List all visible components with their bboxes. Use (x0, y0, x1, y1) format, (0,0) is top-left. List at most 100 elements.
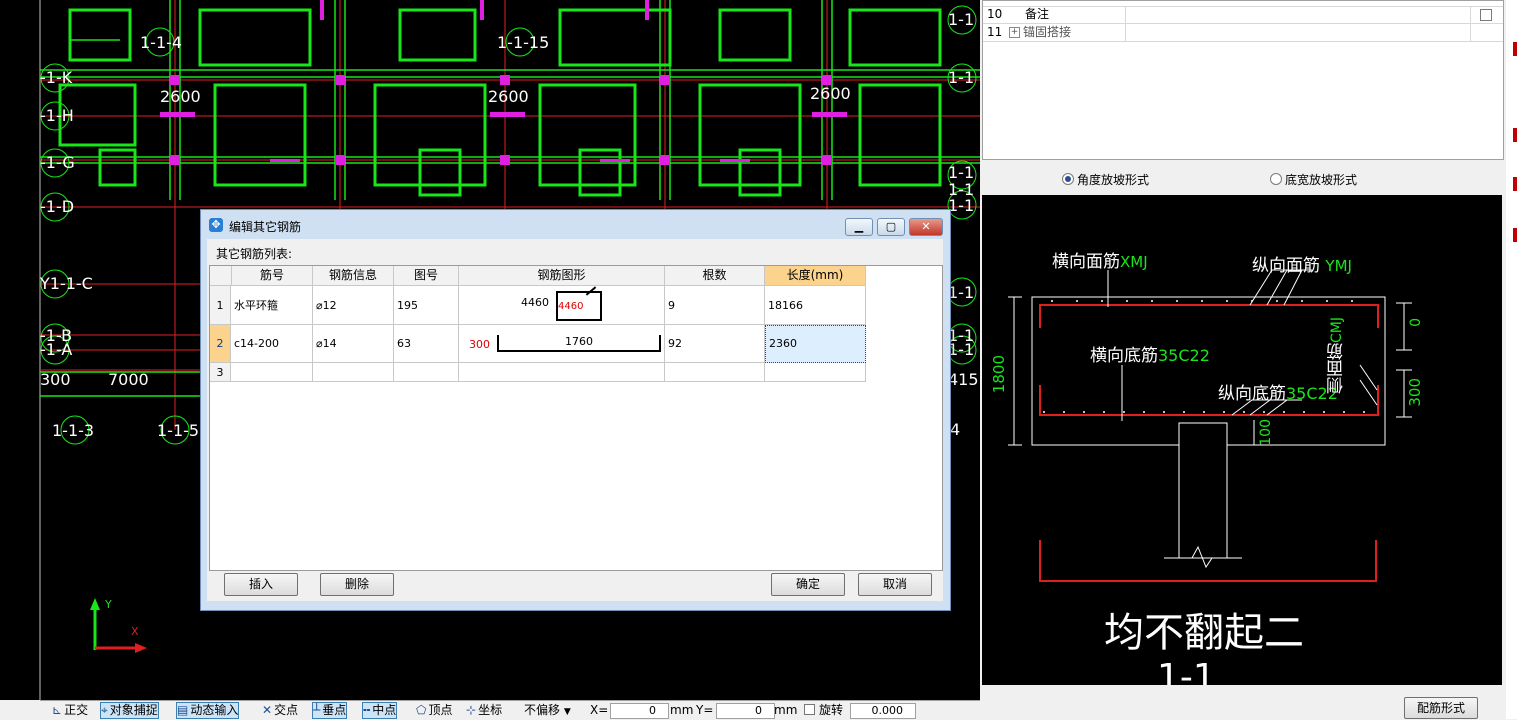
status-bar: ⊾ 正交 ⌖ 对象捕捉 ▤ 动态输入 ✕ 交点 ┴ 垂点 ╍ 中点 ⬠ 顶点 ⊹ 坐标 不偏移 … (40, 700, 980, 720)
cell-bar-info[interactable] (313, 363, 394, 382)
cell-bar-shape[interactable]: 4460 4460 (459, 286, 665, 325)
dimension-label: 4 (950, 420, 961, 439)
col-header-length[interactable]: 长度(mm) (765, 266, 866, 286)
col-header-bar-shape[interactable]: 钢筋图形 (459, 266, 665, 286)
perpendicular-icon: ┴ (313, 703, 321, 717)
rotate-input[interactable]: 0.000 (850, 703, 916, 719)
cell-length[interactable]: 2360 (765, 325, 866, 363)
rebar-form-button[interactable]: 配筋形式 (1404, 697, 1478, 719)
object-snap-toggle[interactable]: ⌖ 对象捕捉 (100, 702, 159, 719)
coordinate-icon: ⊹ (466, 703, 477, 717)
cell-length[interactable]: 18166 (765, 286, 866, 325)
axis-label: 1-1 (948, 283, 975, 302)
row-name: + 锚固搭接 (1009, 25, 1072, 39)
rotate-checkbox[interactable]: 旋转 (804, 703, 843, 718)
cell-count[interactable]: 92 (665, 325, 765, 363)
expand-icon[interactable]: + (1009, 27, 1020, 38)
ucs-y-label: Y (105, 598, 112, 611)
ucs-x-label: X (131, 625, 139, 638)
axis-label: Y1-1-C (40, 274, 93, 293)
marker (1513, 228, 1517, 242)
insert-button[interactable]: 插入 (224, 573, 298, 596)
remark-checkbox[interactable] (1480, 9, 1492, 21)
longitudinal-bottom-bar-label: 纵向底筋35C22 (1218, 384, 1338, 404)
axis-label: 1-1-15 (497, 33, 550, 52)
col-header-figure-no[interactable]: 图号 (394, 266, 459, 286)
marker (1513, 177, 1517, 191)
dynamic-input-icon: ▤ (177, 703, 189, 717)
ok-button[interactable]: 确定 (771, 573, 845, 596)
cancel-button[interactable]: 取消 (858, 573, 932, 596)
edit-other-rebar-dialog: ✥ 编辑其它钢筋 ▁ ▢ ✕ 其它钢筋列表: 筋号 钢筋信息 图号 钢筋图形 根… (200, 209, 951, 611)
cell-bar-no[interactable]: 水平环箍 (231, 286, 313, 325)
vertex-snap[interactable]: ⬠ 顶点 (416, 703, 452, 718)
dialog-titlebar[interactable]: ✥ 编辑其它钢筋 ▁ ▢ ✕ (201, 210, 950, 238)
transverse-top-bar-label: 横向面筋XMJ (1052, 252, 1148, 272)
col-header-bar-no[interactable]: 筋号 (232, 266, 313, 286)
radio-bottom-width-slope[interactable]: 底宽放坡形式 (1270, 171, 1357, 188)
row-number[interactable]: 3 (210, 363, 231, 382)
table-row[interactable]: 11 + 锚固搭接 (983, 24, 1503, 42)
table-row[interactable]: 10 备注 (983, 6, 1503, 24)
grid-corner (210, 266, 232, 286)
intersection-icon: ✕ (262, 703, 273, 717)
shape-dimension-red: 300 (469, 338, 490, 351)
row-name: 备注 (1025, 7, 1050, 21)
cell-bar-no[interactable]: c14-200 (231, 325, 313, 363)
dimension-1800: 1800 (990, 355, 1008, 394)
minimize-button[interactable]: ▁ (845, 218, 873, 236)
app-icon: ✥ (209, 218, 223, 232)
cell-figure-no[interactable] (394, 363, 459, 382)
chevron-down-icon: ▼ (563, 707, 571, 717)
perpendicular-snap[interactable]: ┴ 垂点 (312, 702, 348, 719)
axis-label: 1-1-3 (52, 421, 95, 440)
cell-bar-no[interactable] (231, 363, 313, 382)
row-number[interactable]: 1 (210, 286, 231, 325)
cell-count[interactable]: 9 (665, 286, 765, 325)
intersection-snap[interactable]: ✕ 交点 (262, 703, 298, 718)
maximize-button[interactable]: ▢ (877, 218, 905, 236)
shape-dimension: 4460 (521, 296, 549, 309)
midpoint-snap[interactable]: ╍ 中点 (362, 702, 398, 719)
col-header-count[interactable]: 根数 (665, 266, 765, 286)
delete-button[interactable]: 删除 (320, 573, 394, 596)
side-bar-label: 侧面筋CMJ (1327, 317, 1347, 394)
cell-length[interactable] (765, 363, 866, 382)
cell-bar-shape[interactable] (459, 363, 665, 382)
shape-dimension-red: 4460 (558, 301, 584, 312)
axis-label: 1-1 (948, 68, 975, 87)
rebar-grid: 筋号 钢筋信息 图号 钢筋图形 根数 长度(mm) 1 水平环箍 ⌀12 195… (209, 265, 943, 571)
offset-select[interactable]: 不偏移 ▼ (524, 703, 571, 718)
close-button[interactable]: ✕ (909, 218, 943, 236)
cell-bar-info[interactable]: ⌀14 (313, 325, 394, 363)
right-edge-strip (1506, 0, 1517, 719)
rebar-preview: 横向面筋XMJ 纵向面筋 YMJ 横向底筋35C22 纵向底筋35C22 侧面筋… (982, 195, 1502, 685)
cell-bar-shape[interactable]: 300 1760 (459, 325, 665, 363)
ortho-toggle[interactable]: ⊾ 正交 (52, 703, 88, 718)
coordinate-snap[interactable]: ⊹ 坐标 (466, 703, 502, 718)
dimension-0: 0 (1408, 318, 1424, 327)
dynamic-input-toggle[interactable]: ▤ 动态输入 (176, 702, 240, 719)
dimension-label: 7000 (108, 370, 149, 389)
longitudinal-top-bar-label: 纵向面筋 YMJ (1252, 256, 1352, 276)
vertex-icon: ⬠ (416, 703, 427, 717)
cell-count[interactable] (665, 363, 765, 382)
radio-unselected-icon (1270, 173, 1282, 185)
radio-angle-slope[interactable]: 角度放坡形式 (1062, 171, 1149, 188)
dimension-label: 2600 (160, 87, 201, 106)
dimension-label: 2600 (810, 84, 851, 103)
col-header-bar-info[interactable]: 钢筋信息 (313, 266, 394, 286)
cell-bar-info[interactable]: ⌀12 (313, 286, 394, 325)
axis-label: 1-1-4 (140, 33, 183, 52)
axis-label: -1-G (40, 153, 75, 172)
cell-figure-no[interactable]: 195 (394, 286, 459, 325)
axis-label: 1-1 (948, 340, 975, 359)
y-input[interactable]: 0 (716, 703, 775, 719)
rebar-list-label: 其它钢筋列表: (216, 247, 293, 261)
y-unit: mm (774, 703, 798, 717)
dialog-body: 其它钢筋列表: 筋号 钢筋信息 图号 钢筋图形 根数 长度(mm) 1 水平环箍… (207, 239, 943, 601)
x-input[interactable]: 0 (610, 703, 669, 719)
x-label: X= (590, 703, 609, 717)
cell-figure-no[interactable]: 63 (394, 325, 459, 363)
row-number[interactable]: 2 (210, 325, 231, 363)
